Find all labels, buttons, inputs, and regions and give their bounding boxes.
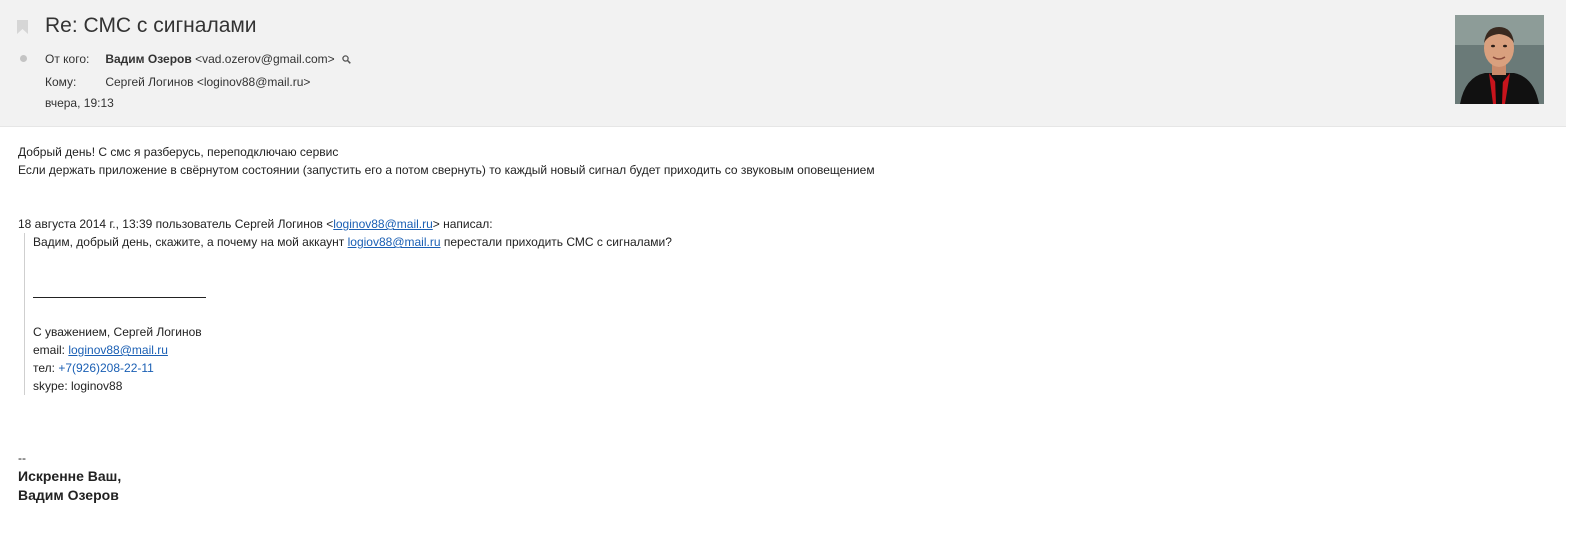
from-label: От кого:: [45, 52, 90, 66]
message-subject: Re: СМС с сигналами: [45, 14, 257, 37]
unread-dot-icon[interactable]: [20, 55, 27, 62]
search-icon[interactable]: [342, 55, 351, 65]
closing-name: Вадим Озеров: [18, 487, 119, 503]
phone-link[interactable]: +7(926)208-22-11: [58, 361, 154, 375]
message-date: вчера, 19:13: [45, 96, 114, 110]
signature-dashes: --: [18, 451, 26, 465]
closing-line: Искренне Ваш,: [18, 468, 122, 484]
email-link[interactable]: loginov88@mail.ru: [333, 217, 433, 231]
signature-skype: skype: loginov88: [33, 379, 123, 393]
signature-divider: [33, 287, 1558, 305]
message-header: Re: СМС с сигналами От кого: Вадим Озеро…: [0, 0, 1566, 127]
message-body: Добрый день! С смс я разберусь, переподк…: [18, 143, 1558, 505]
to-row: Кому: Сергей Логинов <loginov88@mail.ru>: [45, 75, 310, 89]
sender-avatar[interactable]: [1455, 15, 1544, 104]
signature-phone: тел: +7(926)208-22-11: [33, 361, 154, 375]
quote-header: 18 августа 2014 г., 13:39 пользователь С…: [18, 217, 493, 231]
sender-email[interactable]: <vad.ozerov@gmail.com>: [195, 52, 335, 66]
body-line: Если держать приложение в свёрнутом сост…: [18, 163, 875, 177]
sender-name[interactable]: Вадим Озеров: [105, 52, 191, 66]
signature-regards: С уважением, Сергей Логинов: [33, 325, 202, 339]
to-label: Кому:: [45, 75, 77, 89]
email-link[interactable]: logiov88@mail.ru: [348, 235, 441, 249]
signature-email: email: loginov88@mail.ru: [33, 343, 168, 357]
quote-line: Вадим, добрый день, скажите, а почему на…: [33, 235, 672, 249]
body-line: Добрый день! С смс я разберусь, переподк…: [18, 145, 339, 159]
email-link[interactable]: loginov88@mail.ru: [68, 343, 168, 357]
recipient[interactable]: Сергей Логинов <loginov88@mail.ru>: [105, 75, 310, 89]
bookmark-icon[interactable]: [17, 20, 28, 34]
quoted-message: Вадим, добрый день, скажите, а почему на…: [24, 233, 1558, 395]
from-row: От кого: Вадим Озеров <vad.ozerov@gmail.…: [45, 52, 351, 66]
